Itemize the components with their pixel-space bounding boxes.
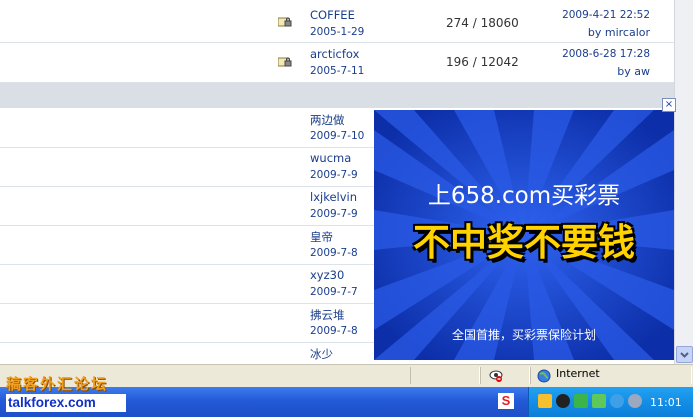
thread-author[interactable]: 皇帝: [310, 229, 333, 245]
thread-author[interactable]: COFFEE: [310, 8, 355, 22]
thread-author[interactable]: lxjkelvin: [310, 190, 357, 204]
watermark-chinese: 稿客外汇论坛: [6, 375, 109, 393]
last-post-by[interactable]: by aw: [617, 65, 650, 78]
last-post-time[interactable]: 2008-6-28 17:28: [562, 48, 650, 60]
tray-icon-1[interactable]: [538, 394, 552, 408]
privacy-eye-icon[interactable]: [488, 369, 504, 383]
thread-author-date: 2009-7-10: [310, 130, 365, 142]
tray-icon-3[interactable]: [574, 394, 588, 408]
thread-author[interactable]: wucma: [310, 151, 351, 165]
thread-author[interactable]: xyz30: [310, 268, 344, 282]
watermark-url: talkforex.com: [6, 394, 126, 412]
sogou-icon[interactable]: S: [498, 393, 514, 409]
thread-author-date: 2009-7-8: [310, 247, 358, 259]
thread-author-date: 2005-1-29: [310, 26, 365, 38]
ad-subtext: 全国首推，买彩票保险计划: [451, 328, 596, 342]
thread-author[interactable]: 两边做: [310, 112, 345, 128]
lottery-advertisement[interactable]: 上658.com买彩票 不中奖不要钱 全国首推，买彩票保险计划: [374, 110, 674, 360]
last-post-by[interactable]: by mircalor: [588, 26, 650, 39]
table-row[interactable]: arcticfox 2005-7-11 196 / 12042 2008-6-2…: [0, 43, 674, 83]
reply-view-count: 196 / 12042: [446, 55, 519, 69]
security-zone-label: Internet: [556, 367, 600, 380]
lock-folder-icon: [278, 17, 292, 27]
vertical-scrollbar[interactable]: [674, 0, 693, 364]
thread-author-date: 2009-7-9: [310, 208, 358, 220]
taskbar-clock[interactable]: 11:01: [650, 396, 682, 409]
table-row[interactable]: COFFEE 2005-1-29 274 / 18060 2009-4-21 2…: [0, 0, 674, 43]
thread-author[interactable]: 冰少: [310, 346, 333, 362]
section-separator: [0, 83, 674, 108]
thread-author-date: 2005-7-11: [310, 65, 365, 77]
tray-icon-4[interactable]: [592, 394, 606, 408]
ad-close-button[interactable]: ×: [662, 98, 676, 112]
scroll-down-icon: [680, 352, 689, 358]
scroll-down-button[interactable]: [676, 346, 693, 363]
last-post-time[interactable]: 2009-4-21 22:52: [562, 9, 650, 21]
volume-icon[interactable]: [628, 394, 642, 408]
thread-author-date: 2009-7-8: [310, 325, 358, 337]
thread-author[interactable]: 拂云堆: [310, 307, 345, 323]
thread-author-date: 2009-7-9: [310, 169, 358, 181]
thread-author-date: 2009-7-7: [310, 286, 358, 298]
ad-slogan: 不中奖不要钱: [413, 221, 635, 264]
reply-view-count: 274 / 18060: [446, 16, 519, 30]
tray-icon-5[interactable]: [610, 394, 624, 408]
qq-icon[interactable]: [556, 394, 570, 408]
globe-icon: [537, 369, 551, 383]
ad-headline: 上658.com买彩票: [427, 183, 621, 209]
thread-author[interactable]: arcticfox: [310, 47, 359, 61]
lock-folder-icon: [278, 57, 292, 67]
